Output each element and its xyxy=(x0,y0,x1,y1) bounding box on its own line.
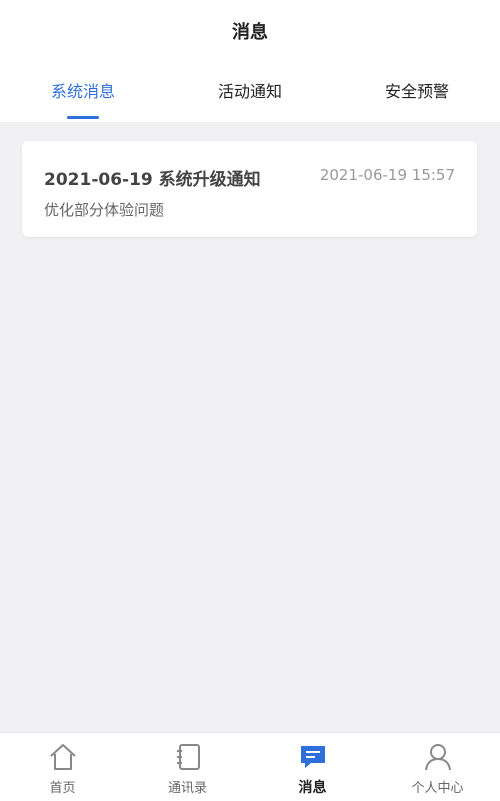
message-time: 2021-06-19 15:57 xyxy=(319,166,455,184)
nav-item-home[interactable]: 首页 xyxy=(0,733,125,801)
nav-item-profile[interactable]: 个人中心 xyxy=(375,733,500,801)
message-icon xyxy=(301,746,325,768)
contacts-icon xyxy=(177,744,200,770)
nav-item-contacts[interactable]: 通讯录 xyxy=(125,733,250,801)
tab-system-messages[interactable]: 系统消息 xyxy=(0,78,166,102)
tab-security-alerts[interactable]: 安全预警 xyxy=(334,78,500,102)
nav-label-messages: 消息 xyxy=(298,780,327,796)
active-tab-indicator xyxy=(67,116,99,119)
app-header: 消息 系统消息 活动通知 安全预警 xyxy=(0,0,500,122)
message-description: 优化部分体验问题 xyxy=(44,201,165,219)
bottom-nav: 首页 通讯录 消息 个人中心 xyxy=(0,732,500,801)
tab-bar: 系统消息 活动通知 安全预警 xyxy=(0,78,500,122)
message-title: 2021-06-19 系统升级通知 xyxy=(44,170,261,190)
person-icon xyxy=(425,744,451,771)
nav-label-contacts: 通讯录 xyxy=(167,781,207,796)
message-card[interactable]: 2021-06-19 系统升级通知 2021-06-19 15:57 优化部分体… xyxy=(22,141,477,237)
nav-label-home: 首页 xyxy=(49,781,76,796)
nav-label-profile: 个人中心 xyxy=(411,781,464,796)
page-title: 消息 xyxy=(232,22,268,43)
tab-activity-notices[interactable]: 活动通知 xyxy=(167,78,333,102)
home-icon xyxy=(50,744,76,770)
nav-item-messages[interactable]: 消息 xyxy=(250,733,375,801)
